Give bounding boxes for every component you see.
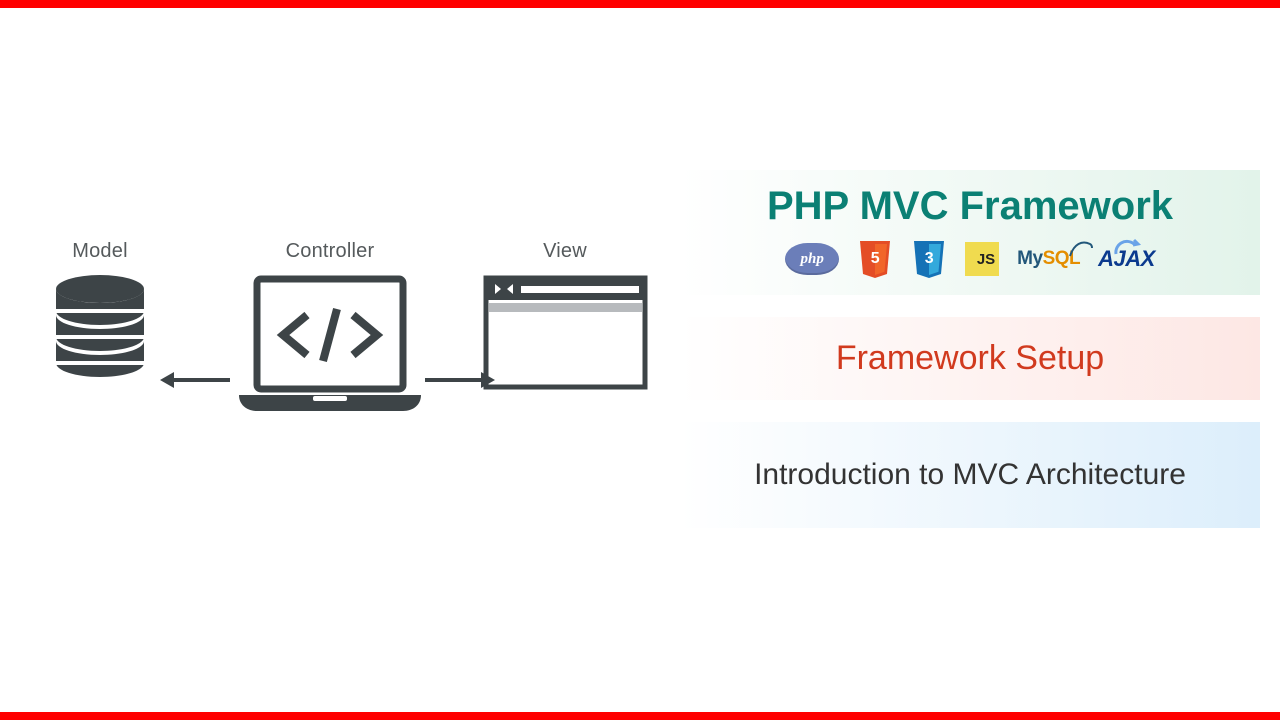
top-border-bar	[0, 0, 1280, 8]
css3-logo-icon: 3	[911, 239, 947, 279]
arrow-left-icon	[160, 370, 230, 390]
controller-label: Controller	[230, 240, 430, 263]
bottom-border-bar	[0, 712, 1280, 720]
main-title-panel: PHP MVC Framework php 5 3 JS MySQL AJAX	[680, 170, 1260, 295]
laptop-code-icon	[235, 275, 425, 425]
model-label: Model	[40, 240, 160, 263]
mvc-diagram: Model Controller	[30, 240, 650, 500]
tech-logo-row: php 5 3 JS MySQL AJAX	[702, 239, 1238, 279]
page-title: PHP MVC Framework	[702, 184, 1238, 229]
html5-logo-icon: 5	[857, 239, 893, 279]
ajax-logo-icon: AJAX	[1098, 246, 1155, 272]
view-label: View	[480, 240, 650, 263]
title-panels: PHP MVC Framework php 5 3 JS MySQL AJAX	[680, 170, 1260, 550]
view-node: View	[480, 240, 650, 390]
database-icon	[54, 275, 146, 395]
subtitle-panel: Framework Setup	[680, 317, 1260, 400]
page-subtitle: Framework Setup	[702, 339, 1238, 378]
page-topic: Introduction to MVC Architecture	[702, 458, 1238, 492]
js-logo-icon: JS	[965, 242, 999, 276]
controller-node: Controller	[230, 240, 430, 425]
model-node: Model	[40, 240, 160, 395]
php-logo-icon: php	[785, 243, 839, 275]
mysql-logo-icon: MySQL	[1017, 248, 1080, 270]
browser-window-icon	[483, 275, 648, 390]
topic-panel: Introduction to MVC Architecture	[680, 422, 1260, 528]
